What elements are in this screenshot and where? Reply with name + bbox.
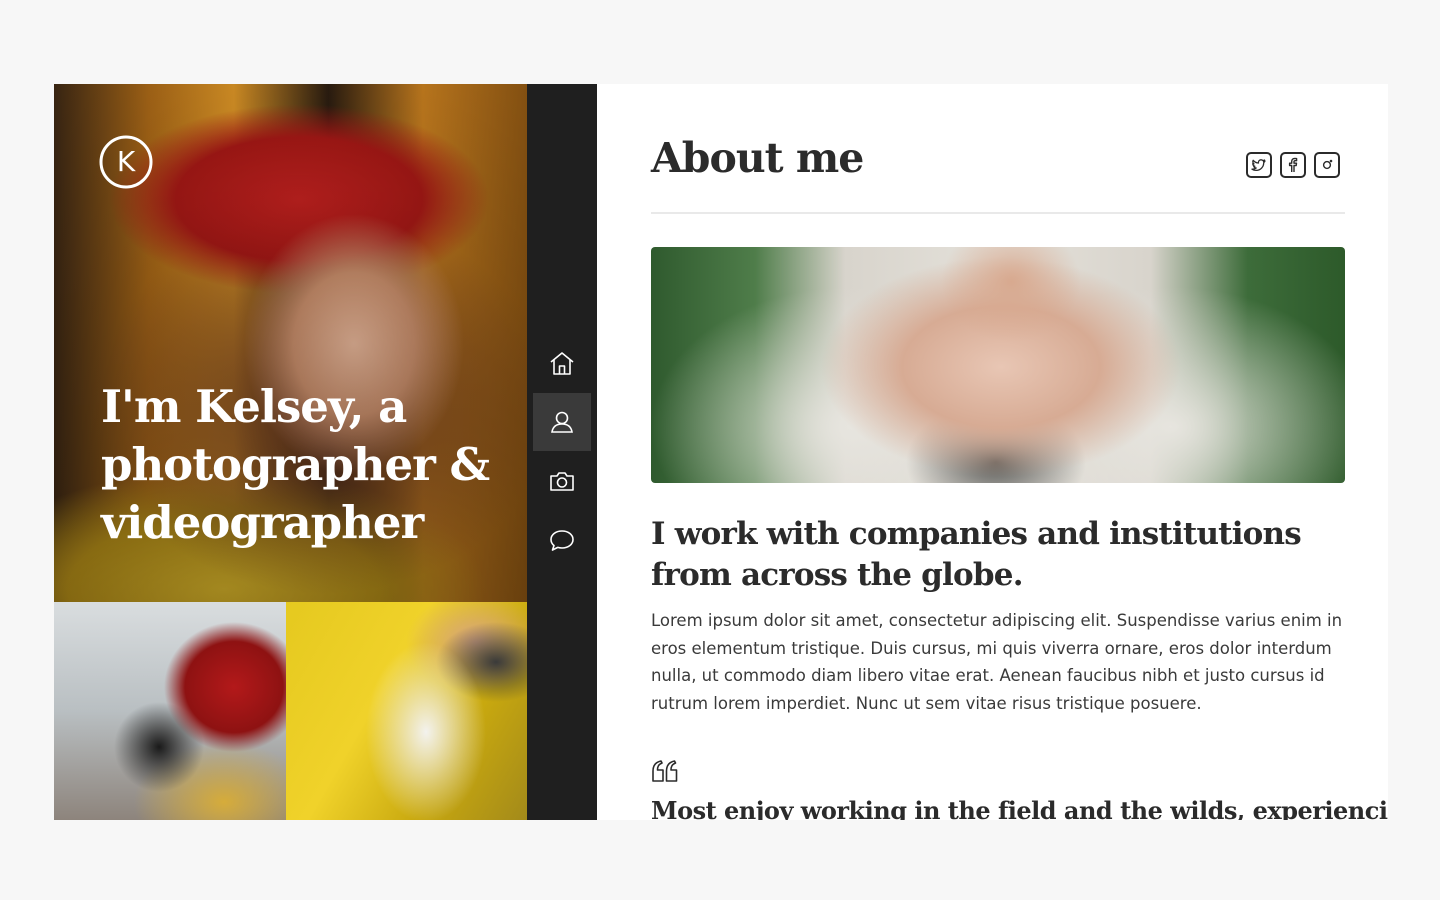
nav-gallery-button[interactable]: [533, 452, 591, 510]
quote-icon: [652, 760, 678, 782]
twitter-icon: [1251, 159, 1266, 172]
camera-icon: [550, 472, 574, 491]
social-links: [1246, 152, 1340, 178]
nav-home-button[interactable]: [533, 334, 591, 392]
page-title: About me: [651, 134, 864, 182]
section-heading: I work with companies and institutions f…: [651, 516, 1302, 593]
body-paragraph: Lorem ipsum dolor sit amet, consectetur …: [651, 611, 1343, 713]
page-frame: K I'm Kelsey, a photographer & videograp…: [54, 84, 1388, 820]
nav-contact-button[interactable]: [533, 511, 591, 569]
chat-icon: [550, 530, 574, 551]
facebook-icon: [1288, 157, 1298, 172]
thumbnail-photo[interactable]: [286, 602, 527, 820]
logo-letter: K: [117, 145, 136, 178]
icon-rail: [527, 84, 597, 820]
user-icon: [551, 411, 573, 433]
logo-icon[interactable]: K: [98, 134, 154, 190]
instagram-icon: [1322, 159, 1333, 170]
about-photo: [651, 247, 1345, 483]
quote-text: Most enjoy working in the field and the …: [651, 796, 1388, 820]
home-icon: [550, 352, 574, 375]
instagram-link[interactable]: [1314, 152, 1340, 178]
hero-photo: K I'm Kelsey, a photographer & videograp…: [54, 84, 527, 602]
hero-title: I'm Kelsey, a photographer & videographe…: [101, 380, 490, 549]
divider: [651, 212, 1345, 214]
thumbnail-photo[interactable]: [54, 602, 286, 820]
about-section: About me I work with companies and insti…: [597, 84, 1388, 820]
nav-about-button[interactable]: [533, 393, 591, 451]
facebook-link[interactable]: [1280, 152, 1306, 178]
twitter-link[interactable]: [1246, 152, 1272, 178]
